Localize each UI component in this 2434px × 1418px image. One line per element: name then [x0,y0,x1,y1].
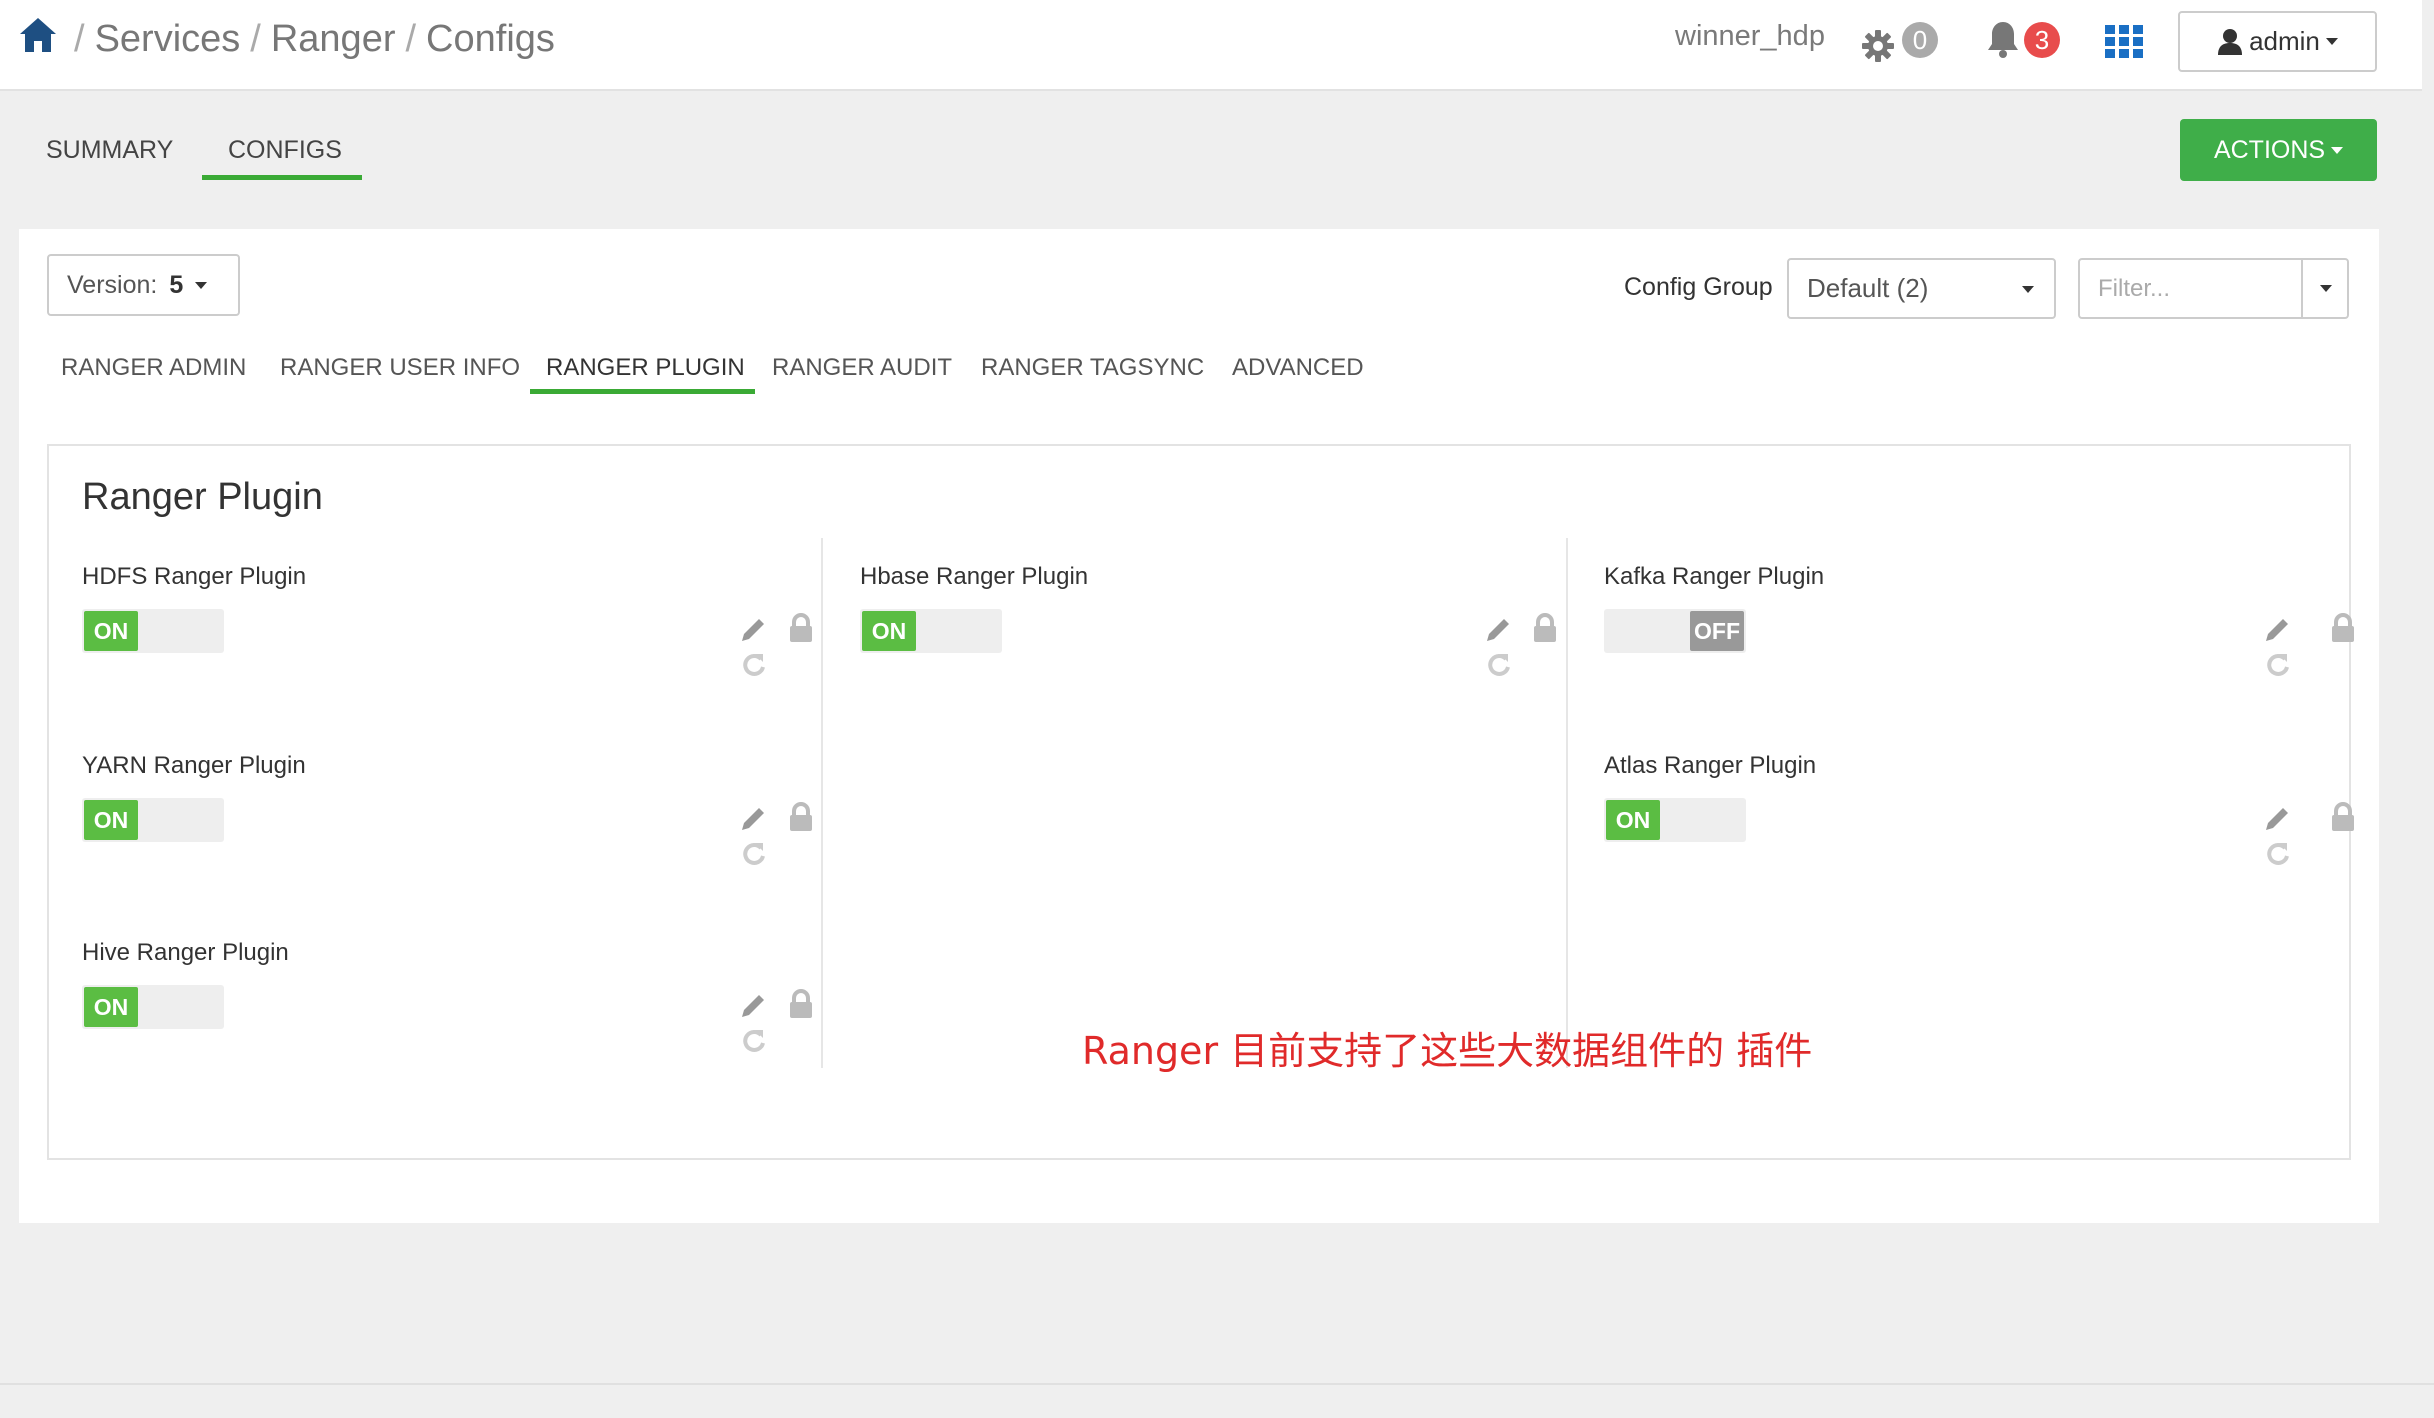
tab-configs[interactable]: CONFIGS [228,136,342,165]
plugin-label: Hive Ranger Plugin [82,939,289,966]
toggle-state: OFF [1690,611,1744,651]
filter-input[interactable] [2080,260,2300,317]
alerts-count-badge[interactable]: 3 [2024,22,2060,58]
subtab-ranger-admin[interactable]: RANGER ADMIN [61,354,246,382]
pencil-icon[interactable] [1483,615,1513,645]
ops-count-badge[interactable]: 0 [1902,22,1938,58]
hive-plugin-toggle[interactable]: ON [82,985,224,1029]
subtab-ranger-audit[interactable]: RANGER AUDIT [772,354,952,382]
annotation-text: Ranger 目前支持了这些大数据组件的 插件 [1082,1029,1813,1073]
tab-configs-underline [202,175,362,180]
pencil-icon[interactable] [2262,615,2292,645]
yarn-plugin: YARN Ranger Plugin ON [82,752,822,892]
atlas-plugin: Atlas Ranger Plugin ON [1604,752,2354,892]
undo-icon[interactable] [741,651,767,677]
kafka-plugin: Kafka Ranger Plugin OFF [1604,563,2354,703]
breadcrumb: / Services / Ranger / Configs [64,18,555,61]
subtab-ranger-plugin[interactable]: RANGER PLUGIN [546,354,745,382]
toggle-state: ON [84,611,138,651]
pencil-icon[interactable] [2262,804,2292,834]
plugin-label: HDFS Ranger Plugin [82,563,307,590]
breadcrumb-separator: / [74,18,85,60]
yarn-plugin-toggle[interactable]: ON [82,798,224,842]
breadcrumb-configs: Configs [426,18,555,60]
atlas-plugin-toggle[interactable]: ON [1604,798,1746,842]
bell-icon[interactable] [1986,20,2020,58]
section-title: Ranger Plugin [82,476,323,518]
lock-icon [1534,613,1556,642]
plugin-label: Atlas Ranger Plugin [1604,752,1817,779]
caret-down-icon [2320,285,2332,292]
config-group-label: Config Group [1624,273,1773,301]
footer-divider [0,1383,2434,1385]
plugin-label: Hbase Ranger Plugin [860,563,1089,590]
hbase-plugin: Hbase Ranger Plugin ON [860,563,1600,703]
toggle-state: ON [84,987,138,1027]
breadcrumb-ranger[interactable]: Ranger [271,18,396,60]
undo-icon[interactable] [741,840,767,866]
lock-icon [2332,613,2354,642]
breadcrumb-separator: / [250,18,261,60]
user-icon [2218,28,2243,55]
undo-icon[interactable] [2265,651,2291,677]
subtab-active-underline [530,389,755,394]
caret-down-icon [2022,286,2034,293]
config-group-select[interactable]: Default (2) [1787,258,2056,319]
hbase-plugin-toggle[interactable]: ON [860,609,1002,653]
lock-icon [790,989,812,1018]
lock-icon [790,613,812,642]
grid-icon[interactable] [2105,25,2143,59]
gear-icon[interactable] [1860,28,1896,64]
subtab-advanced[interactable]: ADVANCED [1232,354,1364,382]
home-icon[interactable] [18,16,58,54]
caret-down-icon [2325,38,2338,45]
lock-icon [790,802,812,831]
subtab-ranger-user-info[interactable]: RANGER USER INFO [280,354,520,382]
kafka-plugin-toggle[interactable]: OFF [1604,609,1746,653]
actions-button[interactable]: ACTIONS [2180,119,2377,181]
undo-icon[interactable] [741,1027,767,1053]
plugin-label: YARN Ranger Plugin [82,752,306,779]
undo-icon[interactable] [1486,651,1512,677]
undo-icon[interactable] [2265,840,2291,866]
hdfs-plugin-toggle[interactable]: ON [82,609,224,653]
version-label: Version: [67,270,158,299]
plugin-label: Kafka Ranger Plugin [1604,563,1825,590]
caret-down-icon [2331,146,2344,154]
toggle-state: ON [84,800,138,840]
lock-icon [2332,802,2354,831]
toggle-state: ON [1606,800,1660,840]
breadcrumb-separator: / [405,18,417,60]
tab-summary[interactable]: SUMMARY [46,136,173,165]
filter-dropdown-button[interactable] [2301,260,2349,317]
subtab-ranger-tagsync[interactable]: RANGER TAGSYNC [981,354,1204,382]
toggle-state: ON [862,611,916,651]
actions-label: ACTIONS [2213,135,2326,164]
pencil-icon[interactable] [738,804,768,834]
pencil-icon[interactable] [738,615,768,645]
user-label: admin [2249,26,2320,56]
user-menu-button[interactable]: admin [2178,11,2377,72]
breadcrumb-services[interactable]: Services [95,18,241,60]
hive-plugin: Hive Ranger Plugin ON [82,939,822,1079]
version-value: 5 [169,270,184,299]
filter-field [2078,258,2349,319]
config-group-value: Default (2) [1807,273,1929,303]
top-navbar: / Services / Ranger / Configs winner_hdp 0 3 … [0,0,2422,91]
caret-down-icon [195,281,208,289]
pencil-icon[interactable] [738,991,768,1021]
version-dropdown[interactable]: Version: 5 [47,254,240,316]
hdfs-plugin: HDFS Ranger Plugin ON [82,563,822,703]
cluster-name: winner_hdp [1675,20,1825,52]
